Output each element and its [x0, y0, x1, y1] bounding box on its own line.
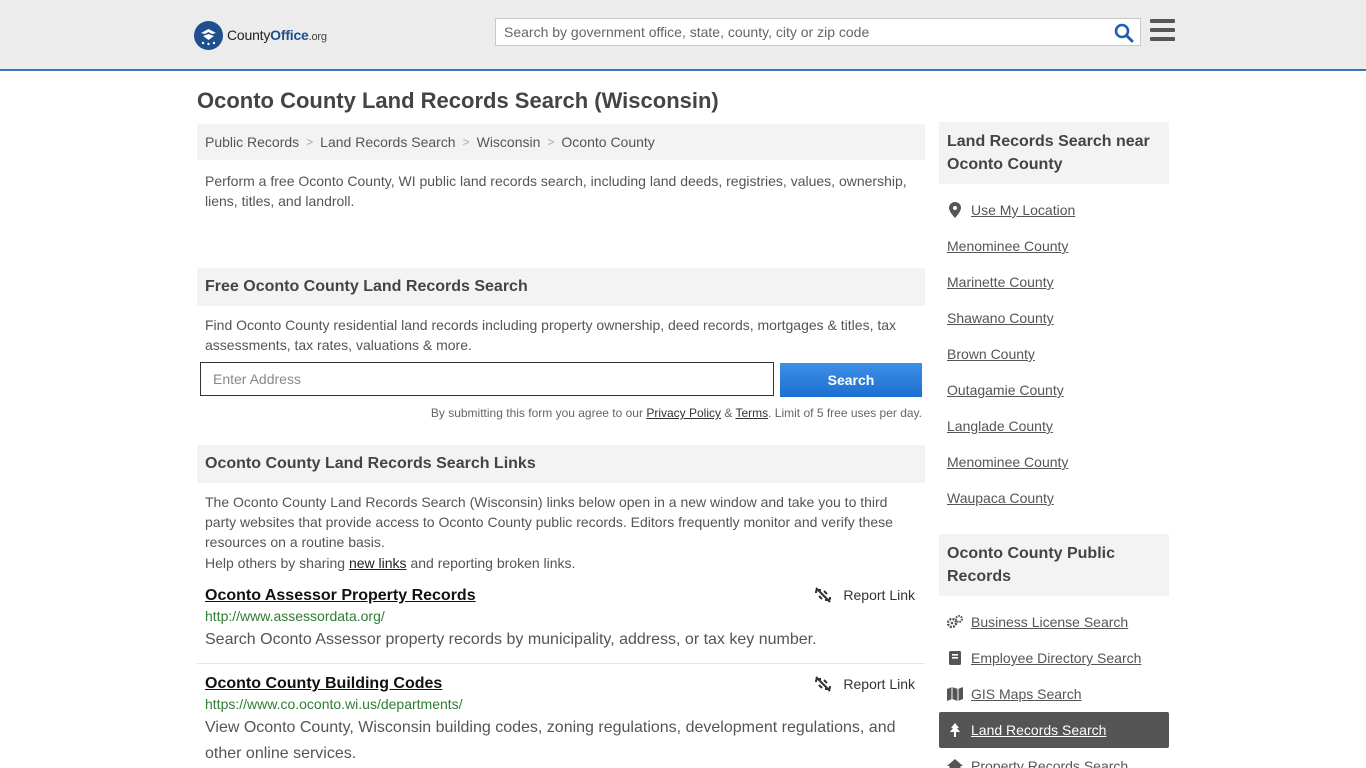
tree-icon	[947, 722, 963, 738]
use-location-link[interactable]: Use My Location	[971, 202, 1075, 218]
nearby-county-link[interactable]: Outagamie County	[947, 382, 1064, 398]
breadcrumb-separator: >	[547, 135, 555, 149]
logo-office: Office	[270, 27, 309, 43]
site-logo[interactable]: CountyOffice.org	[194, 20, 327, 50]
disclaimer-suffix: . Limit of 5 free uses per day.	[768, 406, 922, 420]
site-header: CountyOffice.org	[0, 0, 1366, 71]
report-link-button[interactable]: Report Link	[815, 676, 915, 692]
public-records-list: Business License Search Employee Directo…	[939, 596, 1169, 768]
book-icon	[947, 650, 963, 666]
broken-link-icon	[815, 676, 832, 692]
links-section-heading: Oconto County Land Records Search Links	[197, 445, 925, 483]
help-suffix: and reporting broken links.	[406, 555, 576, 571]
help-prefix: Help others by sharing	[205, 555, 349, 571]
site-search-input[interactable]	[496, 19, 1096, 45]
nearby-heading: Land Records Search near Oconto County	[939, 122, 1169, 184]
list-item: Oconto Assessor Property Records http://…	[197, 583, 925, 664]
nearby-county-link[interactable]: Menominee County	[947, 454, 1068, 470]
search-icon[interactable]	[1114, 23, 1134, 43]
broken-link-icon	[815, 587, 832, 603]
help-text: Help others by sharing new links and rep…	[197, 553, 925, 583]
breadcrumb-land-records[interactable]: Land Records Search	[320, 134, 455, 150]
logo-org: .org	[308, 31, 327, 43]
breadcrumb: Public Records > Land Records Search > W…	[197, 124, 925, 160]
sidebar-item-employee-directory[interactable]: Employee Directory Search	[947, 640, 1161, 676]
sidebar-item-label[interactable]: Land Records Search	[971, 722, 1106, 738]
sidebar-item-label[interactable]: Employee Directory Search	[971, 650, 1141, 666]
new-links-link[interactable]: new links	[349, 555, 407, 571]
breadcrumb-separator: >	[306, 135, 314, 149]
nearby-county-link[interactable]: Marinette County	[947, 274, 1054, 290]
nearby-county-item[interactable]: Outagamie County	[947, 372, 1161, 408]
resource-link-description: View Oconto County, Wisconsin building c…	[205, 719, 896, 762]
nearby-list: Use My Location Menominee County Marinet…	[939, 184, 1169, 516]
address-search-button[interactable]: Search	[780, 363, 922, 397]
nearby-county-item[interactable]: Shawano County	[947, 300, 1161, 336]
breadcrumb-separator: >	[462, 135, 470, 149]
nearby-county-item[interactable]: Menominee County	[947, 444, 1161, 480]
disclaimer-prefix: By submitting this form you agree to our	[430, 406, 647, 420]
public-records-heading: Oconto County Public Records	[939, 534, 1169, 596]
nearby-county-item[interactable]: Menominee County	[947, 228, 1161, 264]
intro-text: Perform a free Oconto County, WI public …	[205, 173, 907, 209]
house-icon	[947, 758, 963, 768]
list-item: Oconto County Building Codes https://www…	[197, 664, 925, 768]
page-title: Oconto County Land Records Search (Wisco…	[197, 88, 719, 113]
resource-link-title[interactable]: Oconto County Building Codes	[205, 675, 442, 693]
logo-text: CountyOffice.org	[227, 27, 327, 43]
sidebar-item-business-license[interactable]: Business License Search	[947, 604, 1161, 640]
links-section-description: The Oconto County Land Records Search (W…	[205, 494, 893, 550]
resource-link-description: Search Oconto Assessor property records …	[205, 631, 817, 648]
nearby-county-link[interactable]: Shawano County	[947, 310, 1054, 326]
nearby-county-item[interactable]: Waupaca County	[947, 480, 1161, 516]
sidebar-item-label[interactable]: Business License Search	[971, 614, 1128, 630]
address-input[interactable]	[200, 362, 774, 396]
nearby-county-link[interactable]: Brown County	[947, 346, 1035, 362]
disclaimer-amp: &	[721, 406, 736, 420]
privacy-policy-link[interactable]: Privacy Policy	[646, 406, 721, 420]
nearby-county-item[interactable]: Marinette County	[947, 264, 1161, 300]
report-link-button[interactable]: Report Link	[815, 587, 915, 603]
free-search-heading: Free Oconto County Land Records Search	[197, 268, 925, 306]
breadcrumb-state[interactable]: Wisconsin	[477, 134, 541, 150]
logo-icon	[194, 20, 223, 50]
gears-icon	[947, 614, 963, 630]
nearby-county-link[interactable]: Menominee County	[947, 238, 1068, 254]
sidebar: Land Records Search near Oconto County U…	[939, 122, 1169, 768]
address-search-form: Search	[197, 355, 925, 405]
nearby-county-item[interactable]: Langlade County	[947, 408, 1161, 444]
main-content: Public Records > Land Records Search > W…	[197, 124, 925, 768]
free-search-description: Find Oconto County residential land reco…	[205, 317, 897, 353]
resource-link-url[interactable]: http://www.assessordata.org/	[205, 608, 917, 624]
nearby-county-link[interactable]: Waupaca County	[947, 490, 1054, 506]
sidebar-item-land-records[interactable]: Land Records Search	[939, 712, 1169, 748]
sidebar-item-property-records[interactable]: Property Records Search	[947, 748, 1161, 768]
breadcrumb-public-records[interactable]: Public Records	[205, 134, 299, 150]
nearby-county-link[interactable]: Langlade County	[947, 418, 1053, 434]
site-search	[495, 18, 1141, 46]
hamburger-menu-icon[interactable]	[1150, 19, 1175, 41]
map-icon	[947, 686, 963, 702]
resource-link-url[interactable]: https://www.co.oconto.wi.us/departments/	[205, 696, 917, 712]
logo-county: County	[227, 27, 271, 43]
breadcrumb-county[interactable]: Oconto County	[561, 134, 654, 150]
sidebar-item-gis-maps[interactable]: GIS Maps Search	[947, 676, 1161, 712]
resource-link-title[interactable]: Oconto Assessor Property Records	[205, 587, 476, 605]
use-location-item[interactable]: Use My Location	[947, 192, 1161, 228]
nearby-county-item[interactable]: Brown County	[947, 336, 1161, 372]
sidebar-item-label[interactable]: GIS Maps Search	[971, 686, 1082, 702]
terms-link[interactable]: Terms	[735, 406, 768, 420]
sidebar-item-label[interactable]: Property Records Search	[971, 758, 1128, 768]
report-link-label: Report Link	[843, 587, 915, 603]
form-disclaimer: By submitting this form you agree to our…	[197, 405, 925, 445]
report-link-label: Report Link	[843, 676, 915, 692]
map-marker-icon	[947, 202, 963, 218]
